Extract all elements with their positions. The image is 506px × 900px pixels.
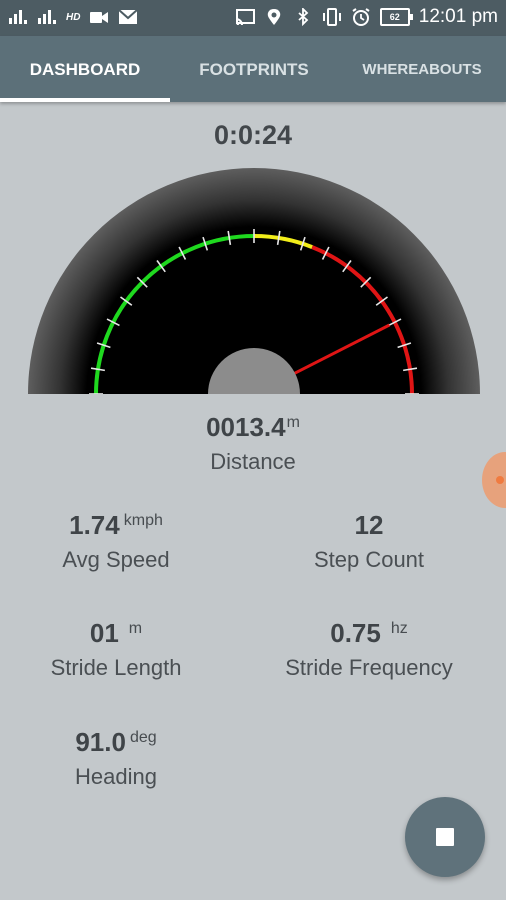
- battery-icon: 62: [379, 8, 413, 26]
- stride-length-stat: 01 m Stride Length: [0, 618, 232, 681]
- cast-icon: [235, 9, 255, 26]
- edge-panel-dot: [496, 476, 504, 484]
- distance-unit: m: [286, 414, 300, 431]
- avg-speed-value: 1.74: [69, 510, 120, 540]
- tab-whereabouts[interactable]: WHEREABOUTS: [338, 36, 506, 102]
- stride-frequency-unit: hz: [390, 620, 408, 637]
- stride-frequency-value: 0.75: [330, 618, 381, 648]
- avg-speed-unit: kmph: [123, 512, 163, 529]
- status-right-icons: 62 12:01 pm: [235, 6, 498, 28]
- stride-length-label: Stride Length: [50, 655, 182, 680]
- stride-length-unit: m: [128, 620, 143, 637]
- location-icon: [267, 9, 281, 25]
- speed-gauge: [28, 168, 480, 394]
- status-left-icons: HD: [8, 8, 139, 26]
- avg-speed-stat: 1.74 kmph Avg Speed: [0, 510, 232, 573]
- video-icon: [90, 12, 109, 23]
- heading-label: Heading: [75, 764, 157, 789]
- stride-length-value: 01: [89, 618, 119, 648]
- mail-icon: [118, 9, 139, 24]
- elapsed-timer: 0:0:24: [213, 120, 293, 150]
- distance-label: Distance: [210, 449, 296, 474]
- heading-unit: deg: [129, 729, 157, 746]
- signal-icon: [38, 10, 56, 24]
- status-bar: HD 62 12:01 pm: [0, 0, 506, 36]
- vibrate-icon: [322, 8, 341, 26]
- avg-speed-label: Avg Speed: [62, 547, 170, 572]
- step-count-value: 12: [354, 510, 384, 540]
- active-tab-indicator: [0, 98, 170, 102]
- alarm-icon: [352, 8, 370, 26]
- distance-stat: 0013.4m Distance: [0, 412, 506, 475]
- step-count-stat: 12 Step Count: [252, 510, 486, 573]
- heading-stat: 91.0 deg Heading: [0, 727, 232, 790]
- bluetooth-icon: [298, 8, 309, 26]
- tab-dashboard[interactable]: DASHBOARD: [0, 36, 170, 102]
- stop-icon: [436, 828, 454, 846]
- stop-button[interactable]: [405, 797, 485, 877]
- stride-frequency-stat: 0.75 hz Stride Frequency: [252, 618, 486, 681]
- hd-icon: HD: [66, 11, 81, 23]
- status-time: 12:01 pm: [418, 6, 498, 27]
- step-count-label: Step Count: [313, 547, 425, 572]
- distance-value: 0013.4: [206, 412, 286, 442]
- tab-footprints[interactable]: FOOTPRINTS: [170, 36, 338, 102]
- signal-icon: [9, 10, 27, 24]
- stride-frequency-label: Stride Frequency: [285, 655, 453, 680]
- tab-bar: DASHBOARD FOOTPRINTS WHEREABOUTS: [0, 36, 506, 102]
- heading-value: 91.0: [75, 727, 126, 757]
